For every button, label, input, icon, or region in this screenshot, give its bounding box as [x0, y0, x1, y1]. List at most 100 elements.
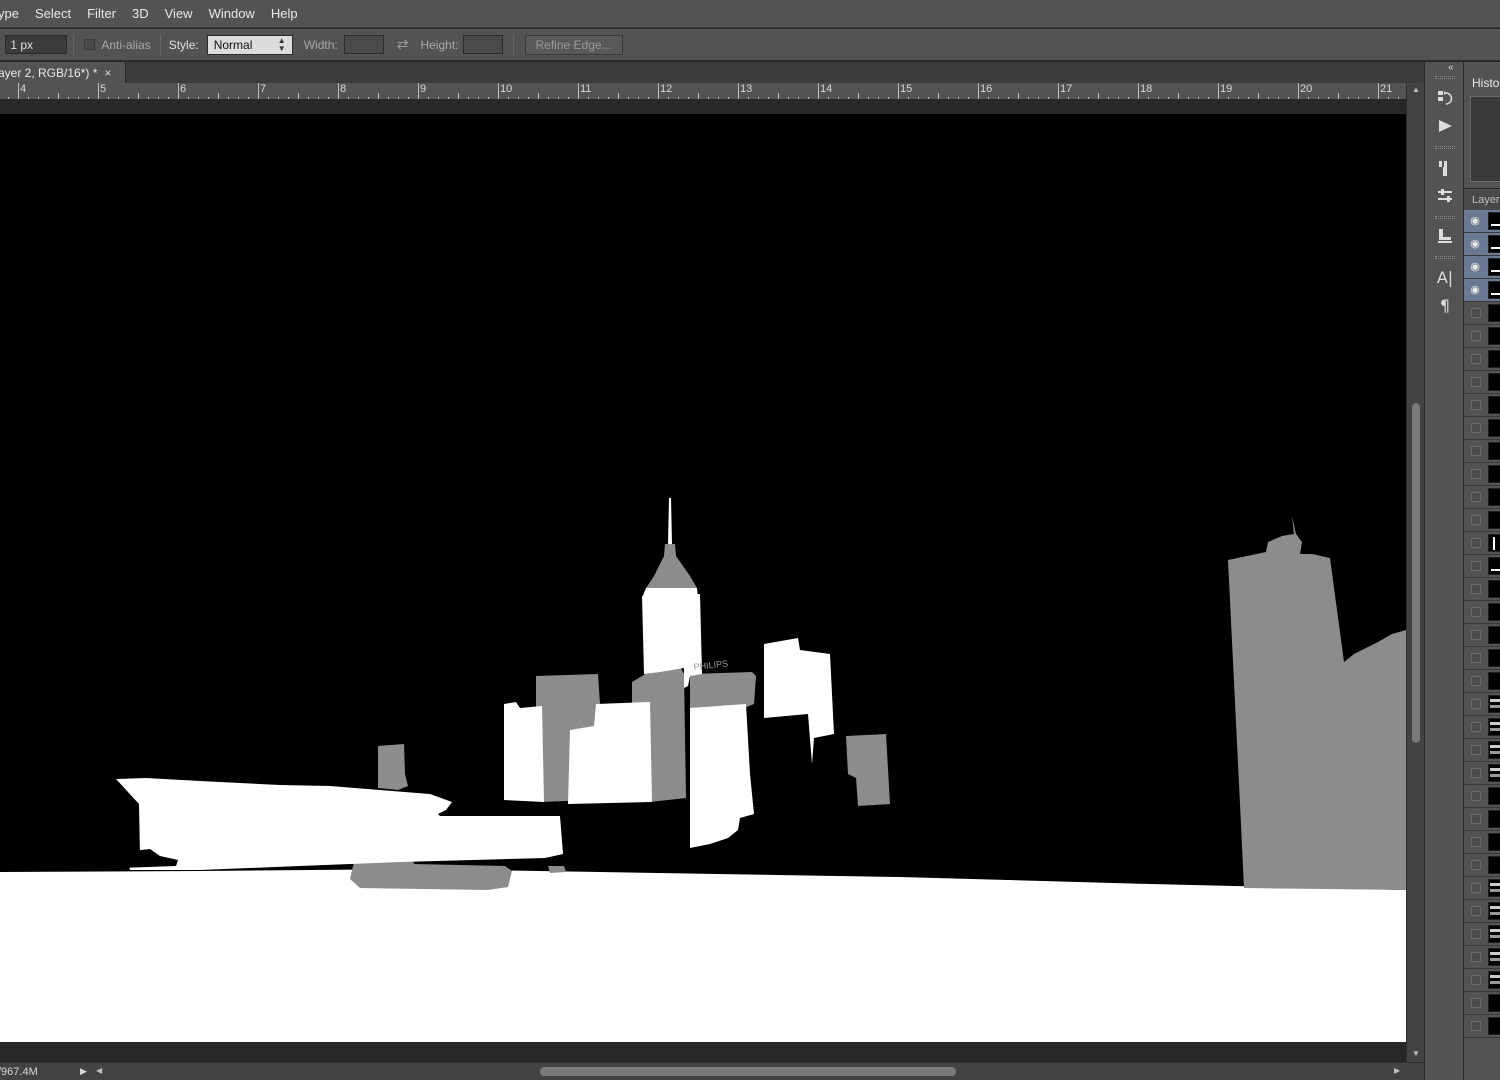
layer-row[interactable] [1464, 601, 1500, 624]
visibility-toggle[interactable] [1471, 860, 1481, 870]
refine-edge-button[interactable]: Refine Edge... [524, 34, 623, 55]
style-select[interactable]: Normal ▲ ▼ [206, 34, 293, 55]
visibility-toggle[interactable] [1471, 998, 1481, 1008]
layer-row[interactable] [1464, 831, 1500, 854]
layer-row[interactable] [1464, 762, 1500, 785]
height-input[interactable] [462, 35, 503, 54]
visibility-toggle[interactable] [1471, 952, 1481, 962]
layer-row[interactable] [1464, 394, 1500, 417]
brush-presets-icon[interactable] [1433, 156, 1457, 180]
layer-row[interactable] [1464, 739, 1500, 762]
eye-icon[interactable]: ◉ [1468, 260, 1482, 274]
canvas-area[interactable]: PHILIPS [0, 100, 1406, 1062]
layer-row[interactable]: ◉ [1464, 210, 1500, 233]
clone-source-icon[interactable] [1433, 224, 1457, 248]
visibility-toggle[interactable] [1471, 446, 1481, 456]
vertical-scroll-thumb[interactable] [1412, 403, 1420, 743]
layer-row[interactable] [1464, 808, 1500, 831]
layer-row[interactable]: ◉ [1464, 233, 1500, 256]
layer-row[interactable]: ◉ [1464, 256, 1500, 279]
document-tab[interactable]: ayer 2, RGB/16*) * × [0, 62, 126, 83]
menu-filter[interactable]: Filter [79, 0, 124, 28]
scroll-down-arrow-icon[interactable]: ▼ [1412, 1049, 1420, 1058]
menu-help[interactable]: Help [263, 0, 306, 28]
visibility-toggle[interactable] [1471, 699, 1481, 709]
layer-row[interactable] [1464, 693, 1500, 716]
visibility-toggle[interactable] [1471, 538, 1481, 548]
layer-row[interactable] [1464, 969, 1500, 992]
layer-row[interactable] [1464, 877, 1500, 900]
layer-row[interactable] [1464, 624, 1500, 647]
document-canvas[interactable]: PHILIPS [0, 114, 1406, 1042]
horizontal-scroll-thumb[interactable] [540, 1067, 956, 1076]
adjustments-icon[interactable] [1433, 184, 1457, 208]
close-icon[interactable]: × [104, 66, 111, 80]
layer-row[interactable] [1464, 509, 1500, 532]
layer-row[interactable] [1464, 900, 1500, 923]
visibility-toggle[interactable] [1471, 745, 1481, 755]
layer-row[interactable] [1464, 923, 1500, 946]
visibility-toggle[interactable] [1471, 515, 1481, 525]
layer-row[interactable] [1464, 716, 1500, 739]
layer-row[interactable] [1464, 348, 1500, 371]
visibility-toggle[interactable] [1471, 492, 1481, 502]
visibility-toggle[interactable] [1471, 630, 1481, 640]
horizontal-scrollbar[interactable]: ◀ ▶ [96, 1063, 1406, 1080]
visibility-toggle[interactable] [1471, 768, 1481, 778]
layer-row[interactable] [1464, 1015, 1500, 1038]
panel-grip[interactable] [1435, 76, 1455, 79]
status-menu-arrow-icon[interactable]: ▶ [80, 1066, 87, 1077]
visibility-toggle[interactable] [1471, 883, 1481, 893]
layer-row[interactable] [1464, 578, 1500, 601]
layers-panel-tab[interactable]: Layer [1464, 188, 1500, 210]
layer-row[interactable] [1464, 785, 1500, 808]
menu-3d[interactable]: 3D [124, 0, 157, 28]
layer-row[interactable] [1464, 946, 1500, 969]
menu-window[interactable]: Window [201, 0, 263, 28]
layer-row[interactable] [1464, 302, 1500, 325]
visibility-toggle[interactable] [1471, 676, 1481, 686]
visibility-toggle[interactable] [1471, 653, 1481, 663]
vertical-scrollbar[interactable]: ▲ ▼ [1406, 83, 1424, 1063]
paragraph-icon[interactable]: ¶ [1433, 293, 1457, 317]
play-action-icon[interactable] [1433, 114, 1457, 138]
layer-row[interactable] [1464, 440, 1500, 463]
visibility-toggle[interactable] [1471, 607, 1481, 617]
visibility-toggle[interactable] [1471, 975, 1481, 985]
visibility-toggle[interactable] [1471, 837, 1481, 847]
visibility-toggle[interactable] [1471, 1021, 1481, 1031]
visibility-toggle[interactable] [1471, 400, 1481, 410]
eye-icon[interactable]: ◉ [1468, 237, 1482, 251]
collapse-panels-icon[interactable]: « [1448, 62, 1454, 73]
layer-row[interactable] [1464, 417, 1500, 440]
panel-grip[interactable] [1435, 216, 1455, 219]
scroll-up-arrow-icon[interactable]: ▲ [1412, 85, 1420, 94]
visibility-toggle[interactable] [1471, 722, 1481, 732]
visibility-toggle[interactable] [1471, 331, 1481, 341]
antialias-checkbox[interactable] [84, 39, 96, 50]
layer-row[interactable] [1464, 992, 1500, 1015]
swap-arrows-icon[interactable]: ⇄ [397, 36, 409, 53]
history-panel-tab[interactable]: Histo [1464, 72, 1500, 94]
panel-grip[interactable] [1435, 256, 1455, 259]
layer-row[interactable] [1464, 371, 1500, 394]
width-input[interactable] [343, 35, 384, 54]
visibility-toggle[interactable] [1471, 814, 1481, 824]
visibility-toggle[interactable] [1471, 561, 1481, 571]
layer-row[interactable] [1464, 325, 1500, 348]
history-icon[interactable] [1433, 86, 1457, 110]
eye-icon[interactable]: ◉ [1468, 283, 1482, 297]
feather-input[interactable] [5, 35, 68, 54]
layer-row[interactable] [1464, 463, 1500, 486]
layer-row[interactable] [1464, 555, 1500, 578]
visibility-toggle[interactable] [1471, 354, 1481, 364]
visibility-toggle[interactable] [1471, 469, 1481, 479]
menu-type[interactable]: ype [0, 0, 27, 28]
scroll-right-arrow-icon[interactable]: ▶ [1394, 1066, 1400, 1075]
scroll-left-arrow-icon[interactable]: ◀ [96, 1066, 102, 1075]
layer-row[interactable] [1464, 532, 1500, 555]
layer-row[interactable] [1464, 486, 1500, 509]
layer-row[interactable]: ◉ [1464, 279, 1500, 302]
menu-select[interactable]: Select [27, 0, 79, 28]
visibility-toggle[interactable] [1471, 791, 1481, 801]
